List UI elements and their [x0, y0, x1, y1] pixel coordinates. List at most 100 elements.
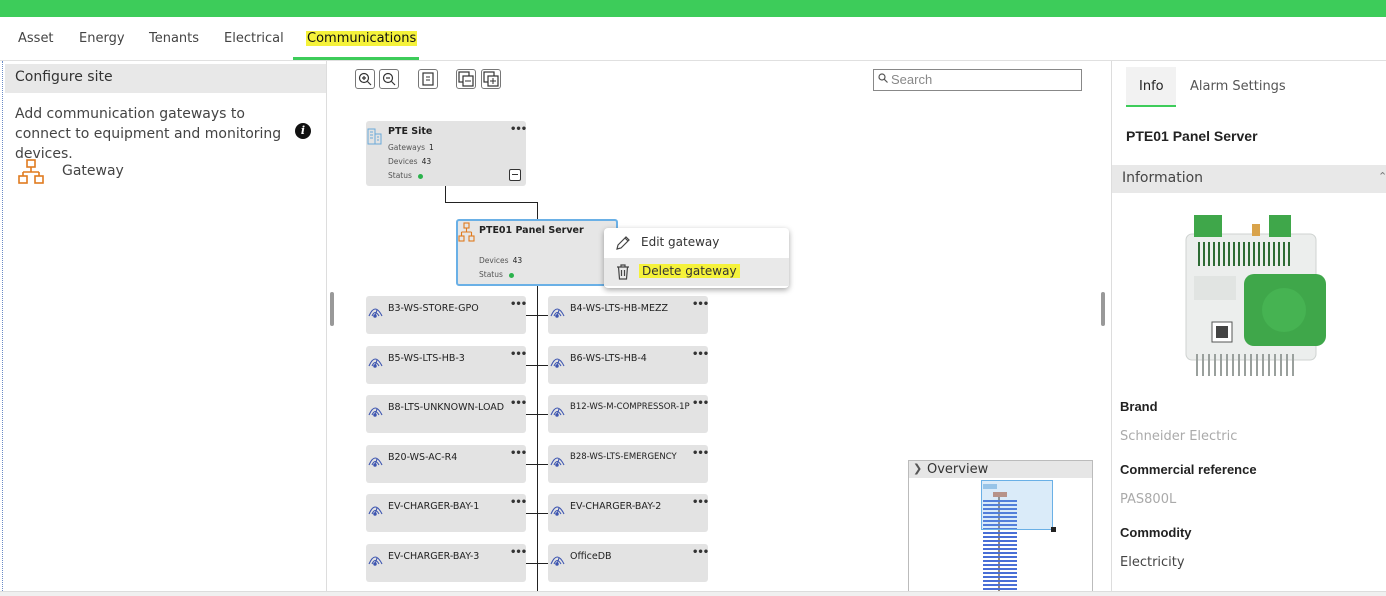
device-more-icon[interactable]: ••• — [692, 299, 709, 310]
device-more-icon[interactable]: ••• — [510, 349, 527, 360]
device-node[interactable]: B8-LTS-UNKNOWN-LOAD ••• — [366, 395, 527, 434]
overview-device-stripe — [983, 572, 1017, 574]
device-more-icon[interactable]: ••• — [510, 398, 527, 409]
device-more-icon[interactable]: ••• — [510, 448, 527, 459]
overview-device-stripe — [983, 540, 1017, 542]
device-node[interactable]: EV-CHARGER-BAY-1 ••• — [366, 494, 527, 533]
device-more-icon[interactable]: ••• — [692, 448, 709, 459]
overview-device-stripe — [983, 532, 1017, 534]
expand-all-button[interactable] — [481, 69, 501, 89]
device-more-icon[interactable]: ••• — [692, 497, 709, 508]
device-node[interactable]: B28-WS-LTS-EMERGENCY ••• — [548, 444, 709, 483]
device-node-name: B12-WS-M-COMPRESSOR-1P — [570, 402, 690, 413]
configure-site-description: Add communication gateways to connect to… — [15, 106, 282, 162]
device-node[interactable]: B6-WS-LTS-HB-4 ••• — [548, 345, 709, 384]
overview-device-stripe — [983, 544, 1017, 546]
device-node-name: EV-CHARGER-BAY-1 — [388, 501, 480, 513]
device-node-name: B3-WS-STORE-GPO — [388, 303, 479, 314]
search-input[interactable] — [891, 71, 1076, 88]
expand-icon — [483, 71, 499, 87]
overview-device-stripe — [983, 568, 1017, 570]
overview-device-stripe — [983, 580, 1017, 582]
connector — [526, 315, 548, 316]
overview-device-stripe — [983, 536, 1017, 538]
gateway-node-icon — [458, 222, 475, 242]
collapse-node-icon[interactable] — [509, 169, 521, 181]
info-icon[interactable]: i — [295, 123, 311, 139]
device-node-name: OfficeDB — [570, 551, 612, 562]
collapse-all-button[interactable] — [456, 69, 476, 89]
top-brand-bar — [0, 0, 1386, 17]
fit-view-button[interactable] — [418, 69, 438, 89]
device-node[interactable]: B12-WS-M-COMPRESSOR-1P ••• — [548, 395, 709, 434]
device-trunk-line — [537, 286, 538, 595]
tab-electrical[interactable]: Electrical — [224, 31, 284, 46]
search-icon — [878, 73, 888, 83]
site-status: Status — [388, 171, 423, 180]
connector — [445, 186, 446, 203]
device-node[interactable]: B5-WS-LTS-HB-3 ••• — [366, 345, 527, 384]
device-node[interactable]: B3-WS-STORE-GPO ••• — [366, 296, 527, 334]
device-more-icon[interactable]: ••• — [692, 349, 709, 360]
left-splitter-handle[interactable] — [330, 292, 334, 326]
device-node-name: B8-LTS-UNKNOWN-LOAD — [388, 402, 505, 414]
site-node-name: PTE Site — [388, 126, 433, 137]
tab-alarm-settings[interactable]: Alarm Settings — [1190, 79, 1286, 94]
gateway-item-label[interactable]: Gateway — [62, 163, 124, 179]
device-more-icon[interactable]: ••• — [692, 547, 709, 558]
connector — [526, 414, 548, 416]
device-node[interactable]: OfficeDB ••• — [548, 544, 709, 582]
edit-gateway-label: Edit gateway — [641, 235, 720, 249]
device-node[interactable]: B4-WS-LTS-HB-MEZZ ••• — [548, 296, 709, 334]
overview-viewport[interactable] — [981, 480, 1053, 530]
device-node[interactable]: EV-CHARGER-BAY-2 ••• — [548, 494, 709, 533]
overview-title: Overview — [927, 462, 989, 477]
bottom-scrollbar[interactable] — [0, 591, 1386, 596]
panel-server-product-image — [1185, 215, 1326, 376]
device-more-icon[interactable]: ••• — [510, 299, 527, 310]
commodity-label: Commodity — [1120, 525, 1192, 540]
device-node[interactable]: EV-CHARGER-BAY-3 ••• — [366, 544, 527, 582]
overview-device-stripe — [983, 560, 1017, 562]
zoom-out-button[interactable] — [379, 69, 399, 89]
overview-device-stripe — [983, 564, 1017, 566]
gateway-devices-count: Devices 43 — [479, 256, 523, 265]
overview-device-stripe — [983, 556, 1017, 558]
brand-value: Schneider Electric — [1120, 429, 1238, 444]
connector — [526, 364, 548, 366]
tab-energy[interactable]: Energy — [79, 31, 125, 46]
tab-asset[interactable]: Asset — [18, 31, 54, 46]
device-meter-icon — [549, 501, 566, 520]
overview-resize-handle[interactable] — [1051, 527, 1056, 532]
site-gateways-count: Gateways 1 — [388, 143, 434, 152]
device-meter-icon — [549, 551, 566, 570]
tab-info[interactable]: Info — [1139, 79, 1164, 94]
commodity-value: Electricity — [1120, 555, 1185, 570]
device-node-name: B28-WS-LTS-EMERGENCY — [570, 451, 677, 462]
overview-device-stripe — [983, 548, 1017, 550]
gateway-icon[interactable] — [17, 158, 45, 186]
chevron-right-icon[interactable]: ❯ — [913, 462, 922, 475]
tab-tenants[interactable]: Tenants — [149, 31, 199, 46]
information-section-title: Information — [1122, 170, 1204, 186]
gateway-detail-title: PTE01 Panel Server — [1126, 128, 1258, 144]
tab-communications[interactable]: Communications — [306, 31, 418, 46]
device-node-name: B20-WS-AC-R4 — [388, 451, 458, 463]
status-dot — [417, 173, 423, 179]
site-building-icon — [367, 128, 382, 145]
panel-edge — [2, 61, 3, 591]
device-more-icon[interactable]: ••• — [510, 547, 527, 558]
device-node[interactable]: B20-WS-AC-R4 ••• — [366, 444, 527, 483]
overview-device-stripe — [983, 584, 1017, 586]
device-more-icon[interactable]: ••• — [510, 497, 527, 508]
device-more-icon[interactable]: ••• — [692, 398, 709, 409]
overview-device-stripe — [983, 588, 1017, 590]
chevron-up-icon[interactable]: ⌃ — [1378, 170, 1386, 183]
right-splitter-handle[interactable] — [1101, 292, 1105, 326]
device-meter-icon — [367, 501, 384, 520]
zoom-in-button[interactable] — [355, 69, 375, 89]
commercial-reference-label: Commercial reference — [1120, 462, 1257, 477]
zoom-out-icon — [382, 72, 396, 86]
device-meter-icon — [367, 303, 384, 322]
site-node-more-icon[interactable]: ••• — [510, 124, 527, 135]
